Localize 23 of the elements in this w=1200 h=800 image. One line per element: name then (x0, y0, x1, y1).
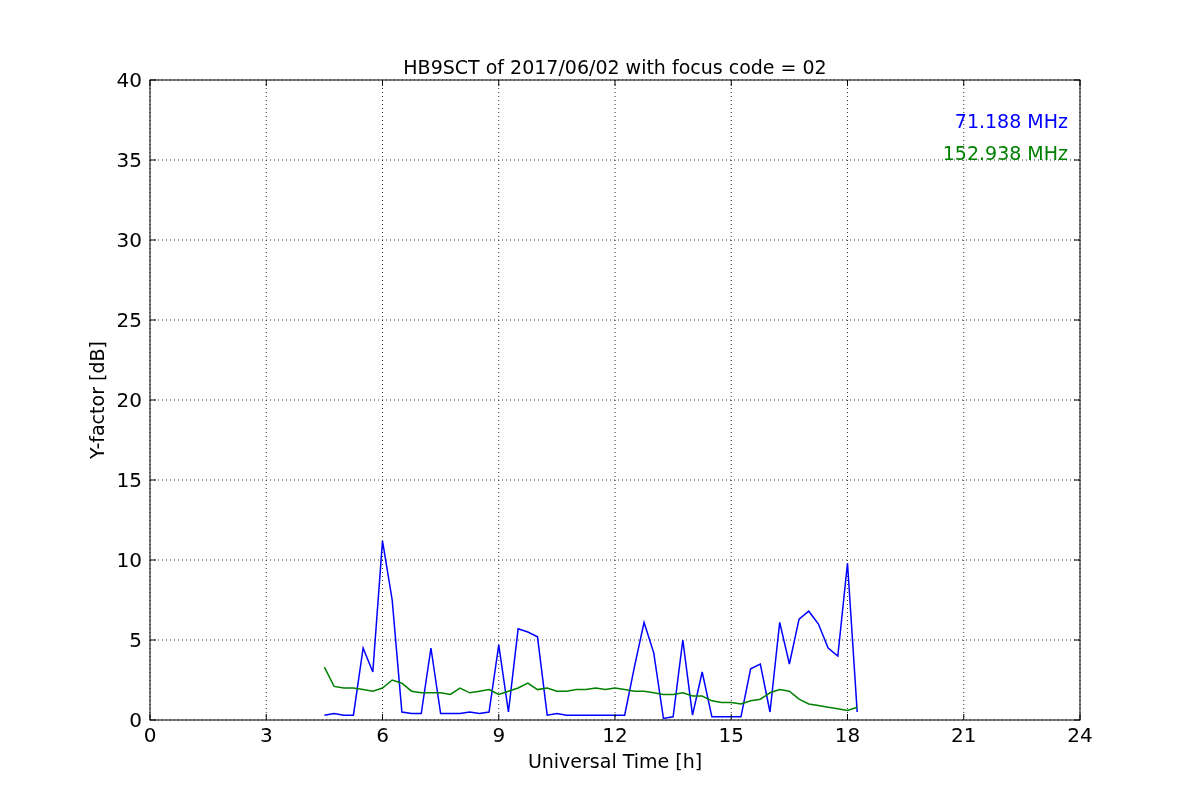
x-tick-label: 9 (492, 723, 506, 747)
y-tick-label: 20 (116, 388, 142, 412)
x-tick-label: 3 (259, 723, 273, 747)
x-axis-label: Universal Time [h] (527, 750, 703, 772)
x-tick-label: 21 (951, 723, 977, 747)
y-tick-label: 25 (116, 308, 142, 332)
y-tick-label: 40 (116, 68, 142, 92)
chart-title: HB9SCT of 2017/06/02 with focus code = 02 (403, 56, 827, 78)
y-tick-label: 0 (129, 708, 142, 732)
x-tick-label: 6 (376, 723, 389, 747)
x-tick-label: 0 (143, 723, 157, 747)
y-tick-label: 35 (116, 148, 142, 172)
y-tick-label: 10 (116, 548, 142, 572)
legend-label: 152.938 MHz (942, 142, 1068, 164)
x-tick-label: 18 (834, 723, 861, 747)
x-tick-label: 12 (602, 723, 628, 747)
y-tick-label: 15 (116, 468, 142, 492)
y-axis-label: Y-factor [dB] (86, 341, 108, 459)
legend-label: 71.188 MHz (954, 110, 1068, 132)
y-tick-label: 30 (116, 228, 142, 252)
x-tick-label: 24 (1067, 723, 1093, 747)
x-tick-label: 15 (718, 723, 744, 747)
y-tick-label: 5 (129, 628, 142, 652)
